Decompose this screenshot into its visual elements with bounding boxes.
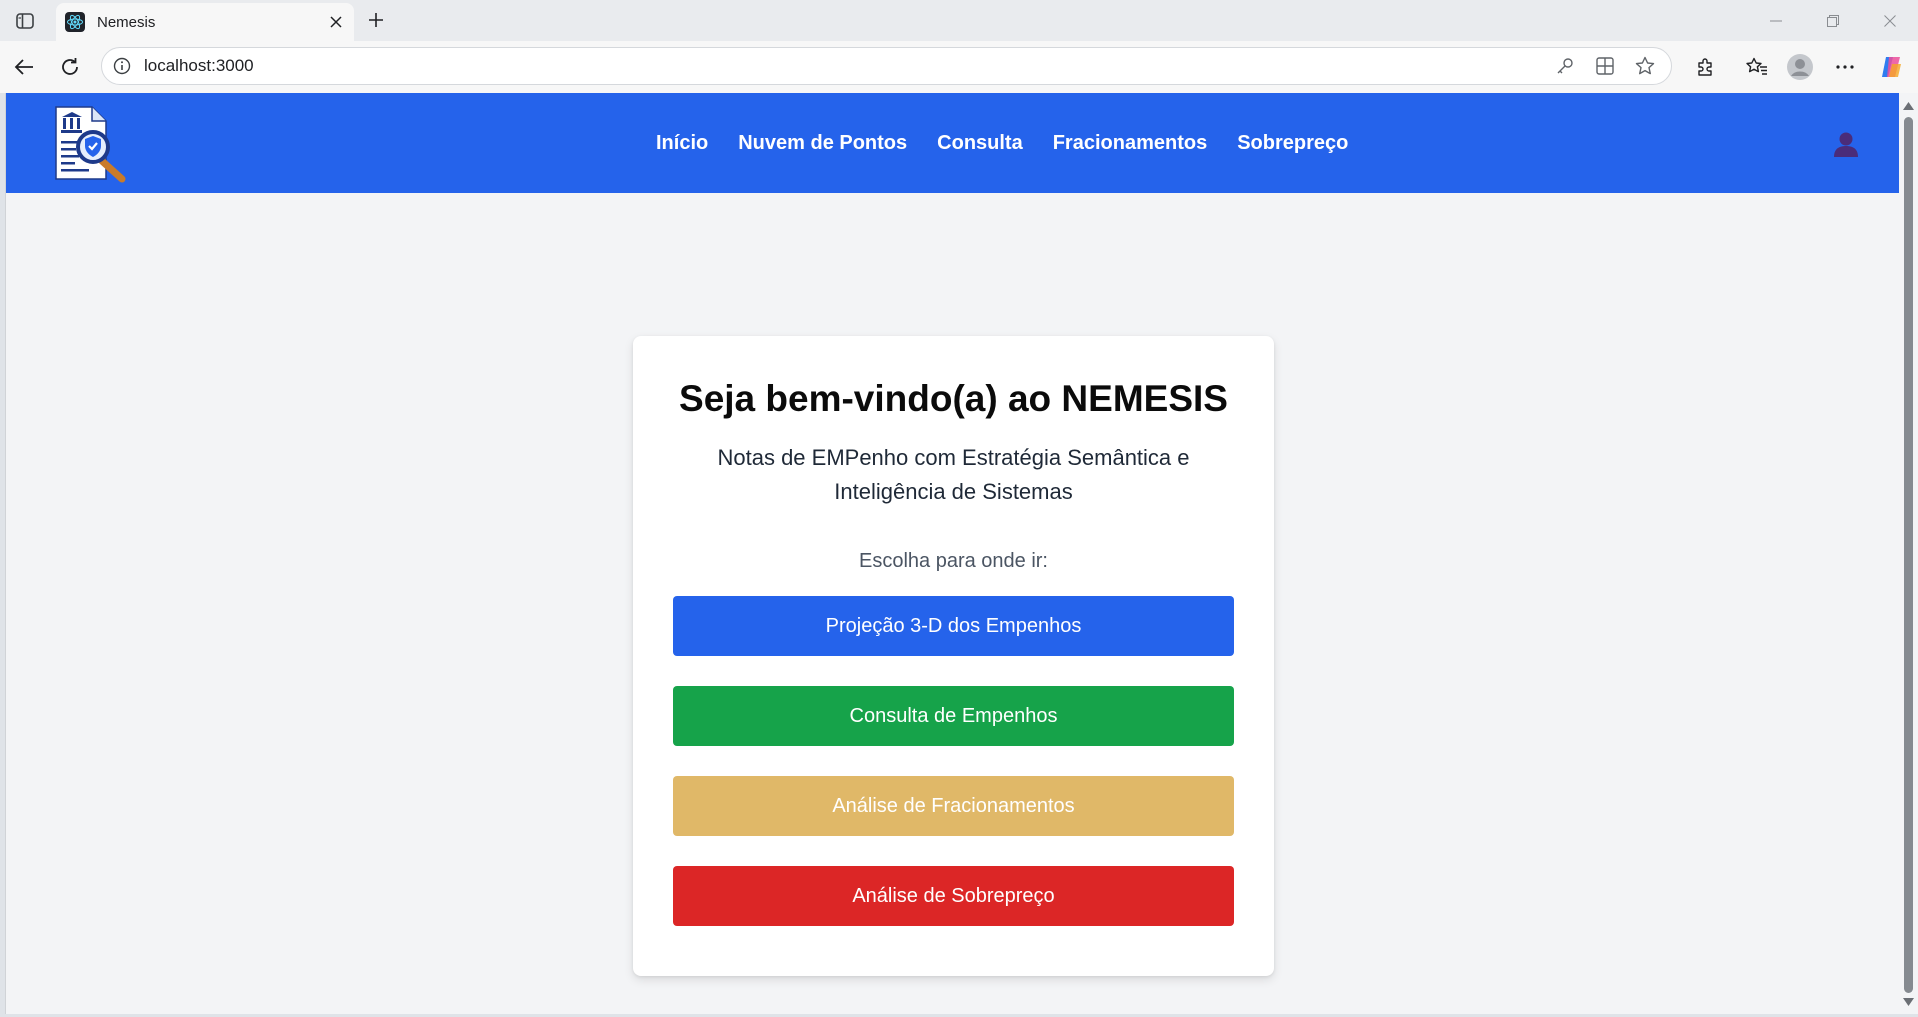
minimize-icon[interactable]	[1748, 0, 1804, 41]
back-arrow-icon[interactable]	[6, 49, 42, 85]
more-options-icon[interactable]	[1825, 49, 1865, 85]
close-window-icon[interactable]	[1862, 0, 1918, 41]
favorites-icon[interactable]	[1737, 49, 1777, 85]
profile-avatar-icon[interactable]	[1780, 49, 1820, 85]
analise-sobrepreco-button[interactable]: Análise de Sobrepreço	[673, 866, 1234, 926]
main-nav: Início Nuvem de Pontos Consulta Fraciona…	[656, 93, 1348, 193]
app-logo-icon[interactable]	[50, 103, 130, 183]
react-icon	[65, 12, 85, 32]
nav-inicio[interactable]: Início	[656, 132, 708, 155]
address-bar[interactable]: localhost:3000	[101, 47, 1672, 85]
site-info-icon[interactable]	[110, 54, 134, 78]
welcome-card: Seja bem-vindo(a) ao NEMESIS Notas de EM…	[633, 336, 1274, 976]
favorite-star-icon[interactable]	[1627, 50, 1663, 82]
nav-nuvem-de-pontos[interactable]: Nuvem de Pontos	[738, 132, 907, 155]
welcome-title: Seja bem-vindo(a) ao NEMESIS	[679, 378, 1228, 419]
browser-tab[interactable]: Nemesis	[56, 3, 354, 41]
nav-consulta[interactable]: Consulta	[937, 132, 1023, 155]
analise-fracionamentos-button[interactable]: Análise de Fracionamentos	[673, 776, 1234, 836]
apps-icon[interactable]	[1587, 50, 1623, 82]
close-tab-icon[interactable]	[322, 8, 350, 36]
restore-icon[interactable]	[1805, 0, 1861, 41]
key-icon[interactable]	[1547, 50, 1583, 82]
user-icon[interactable]	[1834, 131, 1858, 157]
scroll-down-icon[interactable]	[1903, 997, 1914, 1007]
scroll-up-icon[interactable]	[1903, 101, 1914, 111]
new-tab-icon[interactable]	[360, 5, 392, 35]
address-url: localhost:3000	[144, 56, 254, 75]
browser-toolbar: localhost:3000	[0, 41, 1918, 93]
sidebar-toggle-icon[interactable]	[10, 8, 40, 34]
tab-title: Nemesis	[97, 13, 156, 31]
reload-icon[interactable]	[52, 49, 88, 85]
page-viewport: Início Nuvem de Pontos Consulta Fraciona…	[5, 93, 1899, 1014]
nav-sobrepreco[interactable]: Sobrepreço	[1237, 132, 1348, 155]
scroll-thumb[interactable]	[1904, 117, 1913, 993]
extensions-icon[interactable]	[1685, 49, 1725, 85]
welcome-prompt: Escolha para onde ir:	[858, 550, 1048, 572]
nav-fracionamentos[interactable]: Fracionamentos	[1053, 132, 1207, 155]
consulta-empenhos-button[interactable]: Consulta de Empenhos	[673, 686, 1234, 746]
copilot-icon[interactable]	[1871, 49, 1911, 85]
browser-tabstrip: Nemesis	[0, 0, 1918, 41]
vertical-scrollbar[interactable]	[1899, 93, 1918, 1014]
welcome-subtitle: Notas de EMPenho com Estratégia Semântic…	[717, 445, 1190, 504]
projecao-3d-button[interactable]: Projeção 3-D dos Empenhos	[673, 596, 1234, 656]
app-header: Início Nuvem de Pontos Consulta Fraciona…	[6, 93, 1899, 193]
